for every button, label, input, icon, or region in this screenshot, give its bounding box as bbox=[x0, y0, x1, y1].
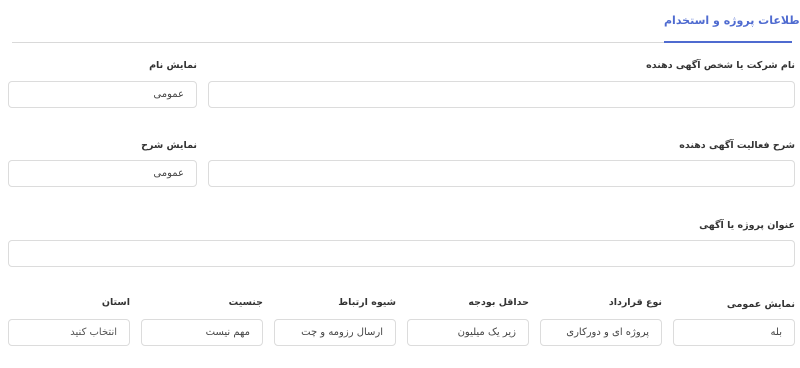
show-name-label: نمایش نام bbox=[149, 60, 197, 71]
min-budget-select[interactable]: زیر یک میلیون bbox=[407, 319, 529, 346]
province-label: استان bbox=[101, 297, 130, 308]
gender-select[interactable]: مهم نیست bbox=[141, 319, 263, 346]
project-title-input[interactable] bbox=[8, 240, 795, 267]
min-budget-label: حداقل بودجه bbox=[468, 297, 529, 308]
contact-method-select[interactable]: ارسال رزومه و چت bbox=[274, 319, 396, 346]
tab-project-info[interactable]: i اطلاعات پروژه و استخدام bbox=[664, 0, 800, 43]
tab-label: اطلاعات پروژه و استخدام bbox=[664, 14, 800, 27]
gender-label: جنسیت bbox=[228, 297, 263, 308]
public-display-label: نمایش عمومی bbox=[726, 299, 795, 310]
company-name-label: نام شرکت یا شخص آگهی دهنده bbox=[646, 60, 795, 71]
public-display-select[interactable]: بله bbox=[673, 319, 795, 346]
activity-description-input[interactable] bbox=[208, 160, 795, 187]
province-select[interactable]: انتخاب کنید bbox=[8, 319, 130, 346]
show-name-select[interactable]: عمومی bbox=[8, 81, 197, 108]
company-name-input[interactable] bbox=[208, 81, 795, 108]
show-description-select[interactable]: عمومی bbox=[8, 160, 197, 187]
contract-type-select[interactable]: پروژه ای و دورکاری bbox=[540, 319, 662, 346]
project-title-label: عنوان پروژه یا آگهی bbox=[699, 220, 795, 231]
contact-method-label: شیوه ارتباط bbox=[338, 297, 396, 308]
contract-type-label: نوع قرارداد bbox=[608, 297, 662, 308]
activity-description-label: شرح فعالیت آگهی دهنده bbox=[679, 140, 795, 151]
section-tabbar: i اطلاعات پروژه و استخدام bbox=[12, 0, 800, 43]
show-description-label: نمایش شرح bbox=[141, 140, 197, 151]
